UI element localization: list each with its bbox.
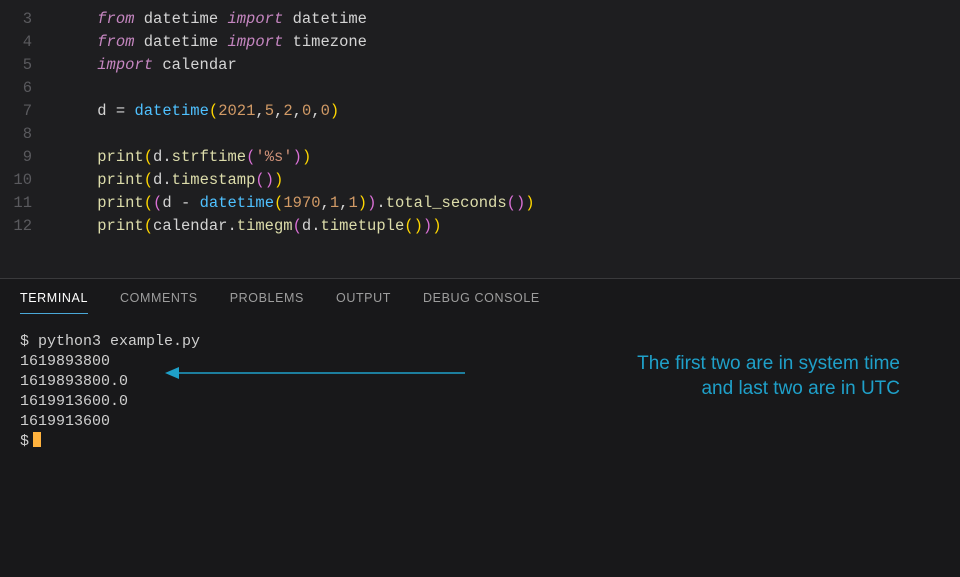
code-line[interactable]: 8	[0, 123, 960, 146]
panel-tabs: TERMINAL COMMENTS PROBLEMS OUTPUT DEBUG CONS…	[20, 291, 940, 314]
line-number: 11	[0, 192, 60, 215]
code-content[interactable]: print(d.timestamp())	[60, 169, 283, 192]
code-line[interactable]: 6	[0, 77, 960, 100]
terminal-prompt[interactable]: $	[20, 432, 940, 452]
code-editor[interactable]: 3 from datetime import datetime4 from da…	[0, 0, 960, 278]
terminal-command-line: $ python3 example.py	[20, 332, 940, 352]
tab-debug-console[interactable]: DEBUG CONSOLE	[423, 291, 540, 314]
code-line[interactable]: 11 print((d - datetime(1970,1,1)).total_…	[0, 192, 960, 215]
line-number: 4	[0, 31, 60, 54]
code-line[interactable]: 5 import calendar	[0, 54, 960, 77]
code-content[interactable]: import calendar	[60, 54, 237, 77]
bottom-panel: TERMINAL COMMENTS PROBLEMS OUTPUT DEBUG CONS…	[0, 278, 960, 538]
tab-comments[interactable]: COMMENTS	[120, 291, 198, 314]
annotation-line-1: The first two are in system time	[637, 351, 900, 376]
code-content[interactable]: print(d.strftime('%s'))	[60, 146, 311, 169]
line-number: 12	[0, 215, 60, 238]
code-content[interactable]: from datetime import timezone	[60, 31, 367, 54]
code-content[interactable]: print((d - datetime(1970,1,1)).total_sec…	[60, 192, 535, 215]
line-number: 3	[0, 8, 60, 31]
tab-output[interactable]: OUTPUT	[336, 291, 391, 314]
line-number: 7	[0, 100, 60, 123]
code-content[interactable]: print(calendar.timegm(d.timetuple()))	[60, 215, 442, 238]
line-number: 6	[0, 77, 60, 100]
cursor-icon	[33, 432, 41, 447]
code-content[interactable]: from datetime import datetime	[60, 8, 367, 31]
line-number: 8	[0, 123, 60, 146]
code-line[interactable]: 3 from datetime import datetime	[0, 8, 960, 31]
code-line[interactable]: 7 d = datetime(2021,5,2,0,0)	[0, 100, 960, 123]
code-line[interactable]: 9 print(d.strftime('%s'))	[0, 146, 960, 169]
code-content[interactable]: d = datetime(2021,5,2,0,0)	[60, 100, 339, 123]
tab-terminal[interactable]: TERMINAL	[20, 291, 88, 314]
code-line[interactable]: 10 print(d.timestamp())	[0, 169, 960, 192]
annotation-line-2: and last two are in UTC	[637, 376, 900, 401]
tab-problems[interactable]: PROBLEMS	[230, 291, 304, 314]
terminal-output-line: 1619913600	[20, 412, 940, 432]
line-number: 5	[0, 54, 60, 77]
line-number: 10	[0, 169, 60, 192]
annotation-text: The first two are in system time and las…	[637, 351, 900, 401]
line-number: 9	[0, 146, 60, 169]
code-line[interactable]: 12 print(calendar.timegm(d.timetuple()))	[0, 215, 960, 238]
code-line[interactable]: 4 from datetime import timezone	[0, 31, 960, 54]
